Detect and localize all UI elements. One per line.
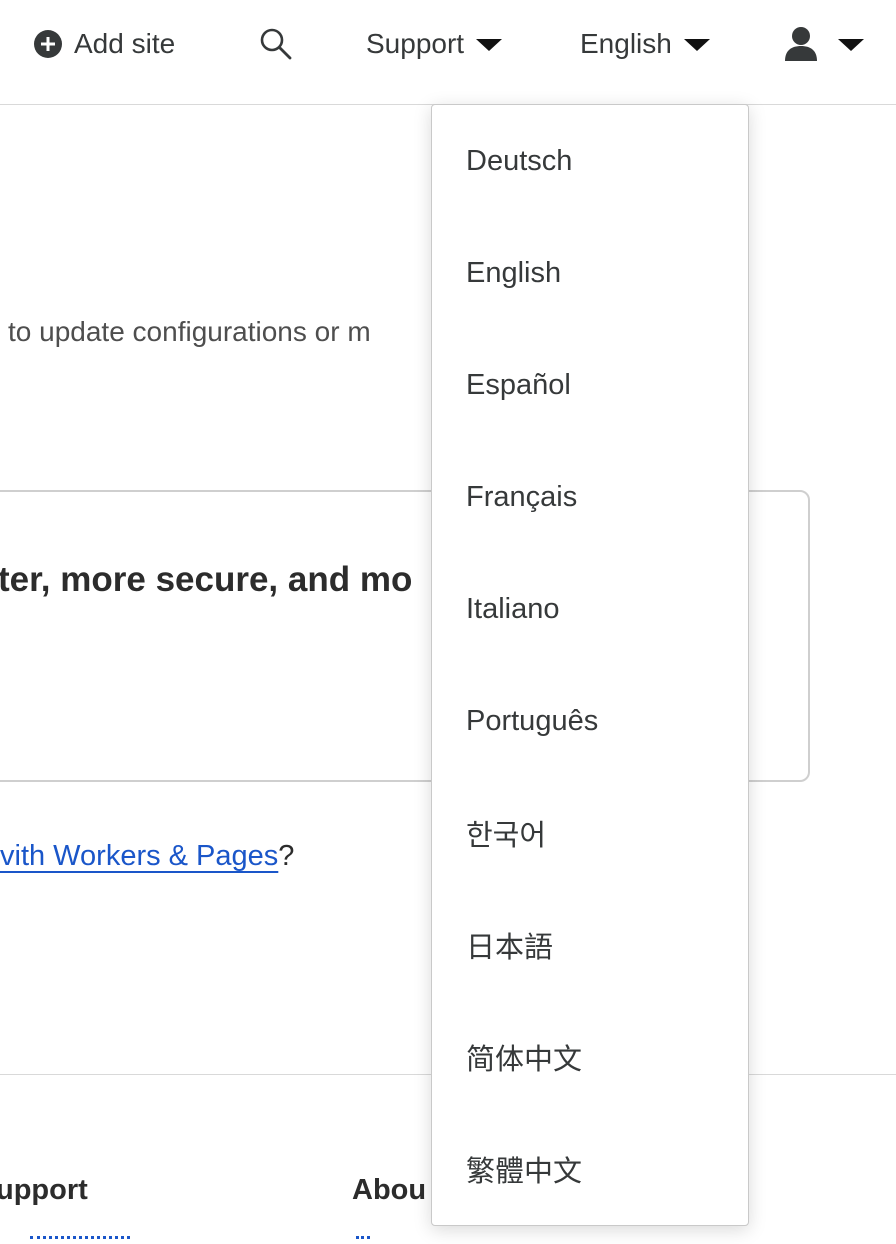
language-option-en[interactable]: English xyxy=(432,217,748,329)
search-button[interactable] xyxy=(256,22,296,66)
language-option-ja[interactable]: 日本語 xyxy=(432,889,748,1001)
chevron-down-icon xyxy=(838,39,864,51)
language-label: English xyxy=(580,28,672,59)
language-option-de[interactable]: Deutsch xyxy=(432,105,748,217)
language-dropdown-menu: Deutsch English Español Français Italian… xyxy=(431,104,749,1226)
language-menu-button[interactable]: English xyxy=(580,22,710,66)
language-option-fr[interactable]: Français xyxy=(432,441,748,553)
page: Add site Support English to update confi… xyxy=(0,0,896,1244)
support-menu-button[interactable]: Support xyxy=(366,22,503,66)
add-site-button[interactable]: Add site xyxy=(34,22,175,66)
add-site-label: Add site xyxy=(74,28,176,59)
chevron-down-icon xyxy=(476,39,503,51)
workers-pages-prompt: vith Workers & Pages? xyxy=(0,840,294,873)
plus-circle-icon xyxy=(34,30,62,58)
workers-pages-link[interactable]: vith Workers & Pages xyxy=(0,840,278,872)
top-navigation-bar: Add site Support English xyxy=(0,0,896,105)
footer-support-heading: upport xyxy=(0,1174,88,1206)
user-menu-button[interactable] xyxy=(784,22,864,66)
prompt-suffix: ? xyxy=(278,840,295,872)
footer-link-stub xyxy=(356,1236,370,1244)
language-option-pt[interactable]: Português xyxy=(432,665,748,777)
language-option-es[interactable]: Español xyxy=(432,329,748,441)
footer-about-heading: Abou xyxy=(352,1174,427,1206)
user-icon xyxy=(785,27,817,61)
support-label: Support xyxy=(366,28,465,59)
language-option-it[interactable]: Italiano xyxy=(432,553,748,665)
card-title: ter, more secure, and mo xyxy=(0,560,413,599)
page-description: to update configurations or m xyxy=(8,316,371,347)
footer-link-stub xyxy=(30,1236,130,1244)
language-option-zh-hant[interactable]: 繁體中文 xyxy=(432,1113,748,1225)
chevron-down-icon xyxy=(683,39,710,51)
language-option-ko[interactable]: 한국어 xyxy=(432,777,748,889)
search-icon xyxy=(260,28,292,60)
language-option-zh-hans[interactable]: 简体中文 xyxy=(432,1001,748,1113)
